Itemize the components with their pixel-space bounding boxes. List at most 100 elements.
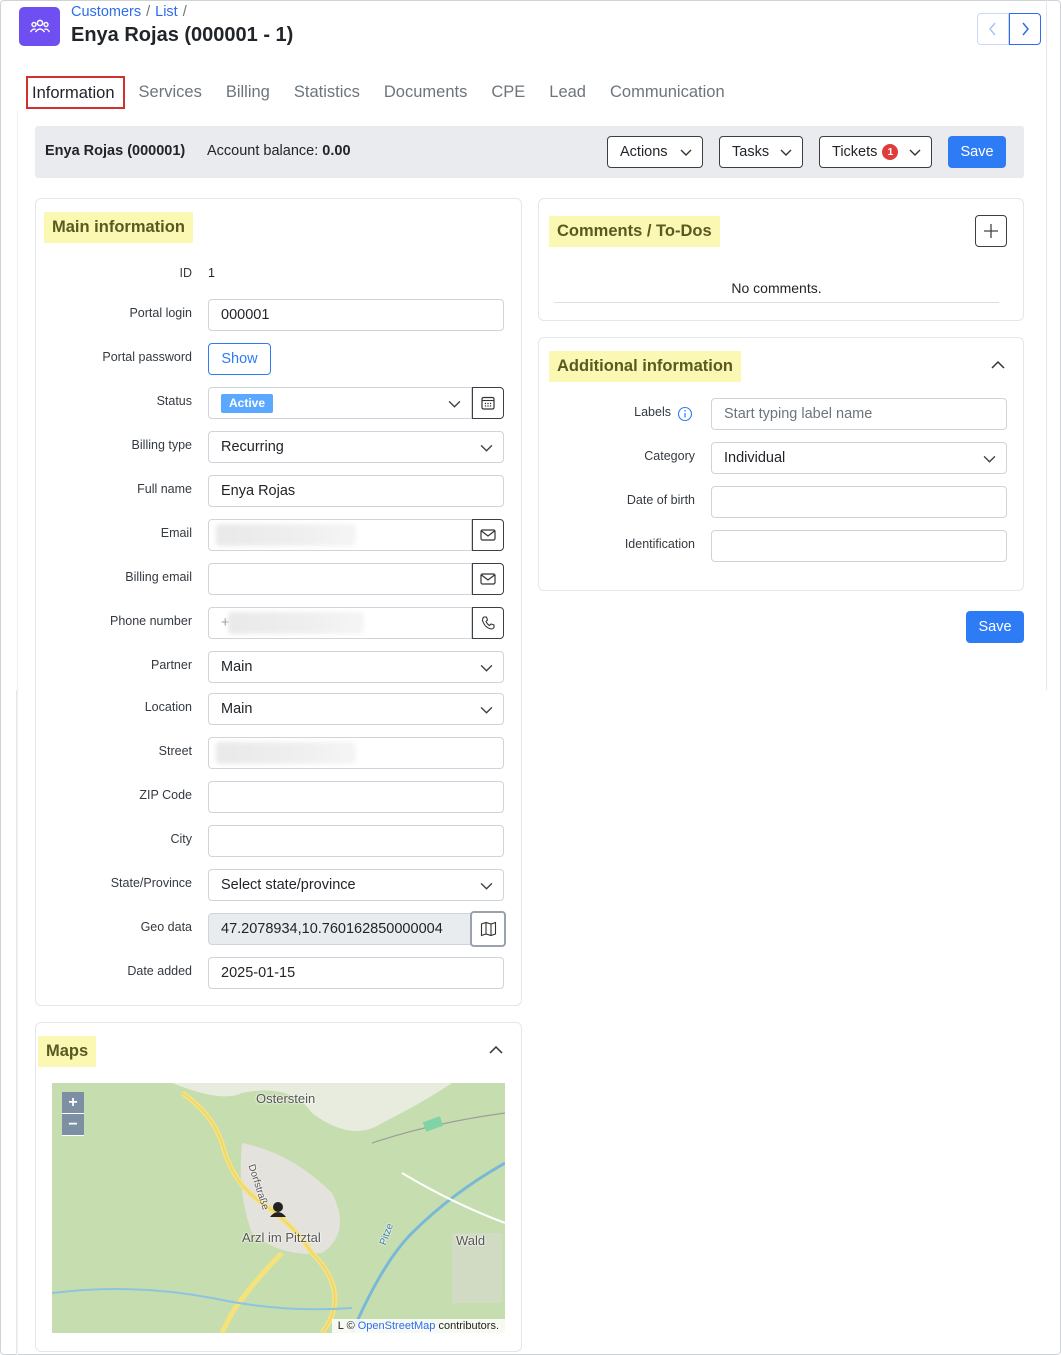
tab-bar: Information Services Billing Statistics …: [26, 76, 749, 109]
divider: [554, 302, 999, 303]
map-attribution: L © OpenStreetMap contributors.: [331, 1319, 505, 1333]
labels-placeholder: Start typing label name: [724, 406, 873, 422]
chevron-down-icon: [680, 149, 692, 156]
tasks-label: Tasks: [732, 144, 770, 160]
balance-label: Account balance:: [207, 143, 319, 159]
partner-label: Partner: [151, 658, 192, 672]
id-value: 1: [208, 266, 215, 280]
date-added-input[interactable]: 2025-01-15: [208, 957, 504, 989]
category-label: Category: [644, 449, 695, 463]
send-billing-email-button[interactable]: [472, 563, 504, 595]
show-password-button[interactable]: Show: [208, 343, 271, 375]
location-label: Location: [144, 700, 192, 714]
portal-login-input[interactable]: 000001: [208, 299, 504, 331]
tab-communication[interactable]: Communication: [610, 76, 725, 109]
chevron-right-icon: [1022, 22, 1029, 36]
billing-email-input[interactable]: [208, 563, 472, 595]
tab-information[interactable]: Information: [26, 76, 125, 109]
labels-label: Labels: [634, 405, 671, 419]
additional-information-title: Additional information: [549, 351, 741, 382]
previous-record-button[interactable]: [977, 13, 1009, 45]
labels-input[interactable]: Start typing label name: [711, 398, 1007, 430]
record-navigation: [977, 13, 1041, 45]
state-province-label: State/Province: [110, 876, 192, 890]
city-input[interactable]: [208, 825, 504, 857]
actions-dropdown[interactable]: Actions: [607, 136, 703, 168]
tab-lead[interactable]: Lead: [549, 76, 586, 109]
chevron-down-icon: [480, 444, 493, 452]
full-name-label: Full name: [137, 482, 192, 496]
call-phone-button[interactable]: [472, 607, 504, 639]
maps-title: Maps: [38, 1036, 97, 1067]
state-province-select[interactable]: Select state/province: [208, 869, 504, 901]
envelope-icon: [480, 573, 496, 585]
city-label: City: [170, 832, 192, 846]
attribution-l: L: [337, 1320, 344, 1332]
chevron-down-icon: [780, 149, 792, 156]
save-additional-button[interactable]: Save: [966, 611, 1024, 643]
map-place-osterstein: Osterstein: [256, 1091, 316, 1106]
zoom-in-button[interactable]: +: [62, 1092, 84, 1114]
tab-statistics[interactable]: Statistics: [294, 76, 360, 109]
tab-documents[interactable]: Documents: [384, 76, 467, 109]
users-group-icon: [29, 19, 50, 32]
attribution-suffix: contributors.: [438, 1320, 499, 1332]
map-tiles: [52, 1083, 505, 1333]
openstreetmap-link[interactable]: OpenStreetMap: [358, 1320, 436, 1332]
breadcrumb-list[interactable]: List: [155, 4, 178, 20]
attribution-prefix: ©: [346, 1320, 355, 1332]
chevron-down-icon: [909, 149, 921, 156]
redacted-phone: [228, 612, 364, 634]
id-label: ID: [179, 266, 193, 280]
tab-cpe[interactable]: CPE: [491, 76, 525, 109]
save-button[interactable]: Save: [948, 136, 1006, 168]
location-map[interactable]: Osterstein Arzl im Pitztal Wald Dorfstra…: [52, 1083, 505, 1333]
partner-value: Main: [221, 659, 253, 675]
no-comments-text: No comments.: [731, 280, 822, 296]
tab-billing[interactable]: Billing: [226, 76, 270, 109]
identification-input[interactable]: [711, 530, 1007, 562]
breadcrumb: Customers / List /: [71, 4, 187, 20]
portal-login-label: Portal login: [129, 306, 192, 320]
customers-app-icon: [19, 7, 60, 46]
customer-name: Enya Rojas (000001): [45, 143, 186, 159]
geo-data-label: Geo data: [140, 920, 192, 934]
chevron-up-icon[interactable]: [489, 1044, 503, 1056]
chevron-down-icon: [983, 455, 996, 463]
identification-label: Identification: [624, 537, 695, 551]
category-select[interactable]: Individual: [711, 442, 1007, 474]
email-label: Email: [160, 526, 192, 540]
comments-title: Comments / To-Dos: [549, 216, 720, 247]
tab-services[interactable]: Services: [139, 76, 202, 109]
status-calendar-button[interactable]: [472, 387, 504, 419]
main-information-title: Main information: [44, 212, 193, 243]
geo-map-button[interactable]: [470, 911, 506, 947]
geo-data-input: 47.2078934,10.760162850000004: [208, 913, 472, 945]
tasks-dropdown[interactable]: Tasks: [719, 136, 803, 168]
add-comment-button[interactable]: [975, 215, 1007, 247]
chevron-up-icon[interactable]: [991, 359, 1005, 371]
tickets-dropdown[interactable]: Tickets 1: [819, 136, 932, 168]
billing-type-select[interactable]: Recurring: [208, 431, 504, 463]
zip-code-input[interactable]: [208, 781, 504, 813]
actions-label: Actions: [620, 144, 668, 160]
date-of-birth-label: Date of birth: [626, 493, 695, 507]
breadcrumb-customers[interactable]: Customers: [71, 4, 141, 20]
chevron-left-icon: [989, 22, 996, 36]
zoom-out-button[interactable]: −: [62, 1114, 84, 1136]
date-of-birth-input[interactable]: [711, 486, 1007, 518]
location-select[interactable]: Main: [208, 693, 504, 725]
full-name-input[interactable]: Enya Rojas: [208, 475, 504, 507]
send-email-button[interactable]: [472, 519, 504, 551]
chevron-down-icon: [480, 882, 493, 890]
phone-number-label: Phone number: [109, 614, 192, 628]
status-select[interactable]: Active: [208, 387, 472, 419]
state-province-value: Select state/province: [221, 877, 356, 893]
billing-type-label: Billing type: [131, 438, 192, 452]
map-zoom-control: + −: [62, 1092, 84, 1136]
info-icon: [677, 406, 693, 422]
billing-type-value: Recurring: [221, 439, 284, 455]
next-record-button[interactable]: [1009, 13, 1041, 45]
partner-select[interactable]: Main: [208, 651, 504, 683]
chevron-down-icon: [480, 706, 493, 714]
